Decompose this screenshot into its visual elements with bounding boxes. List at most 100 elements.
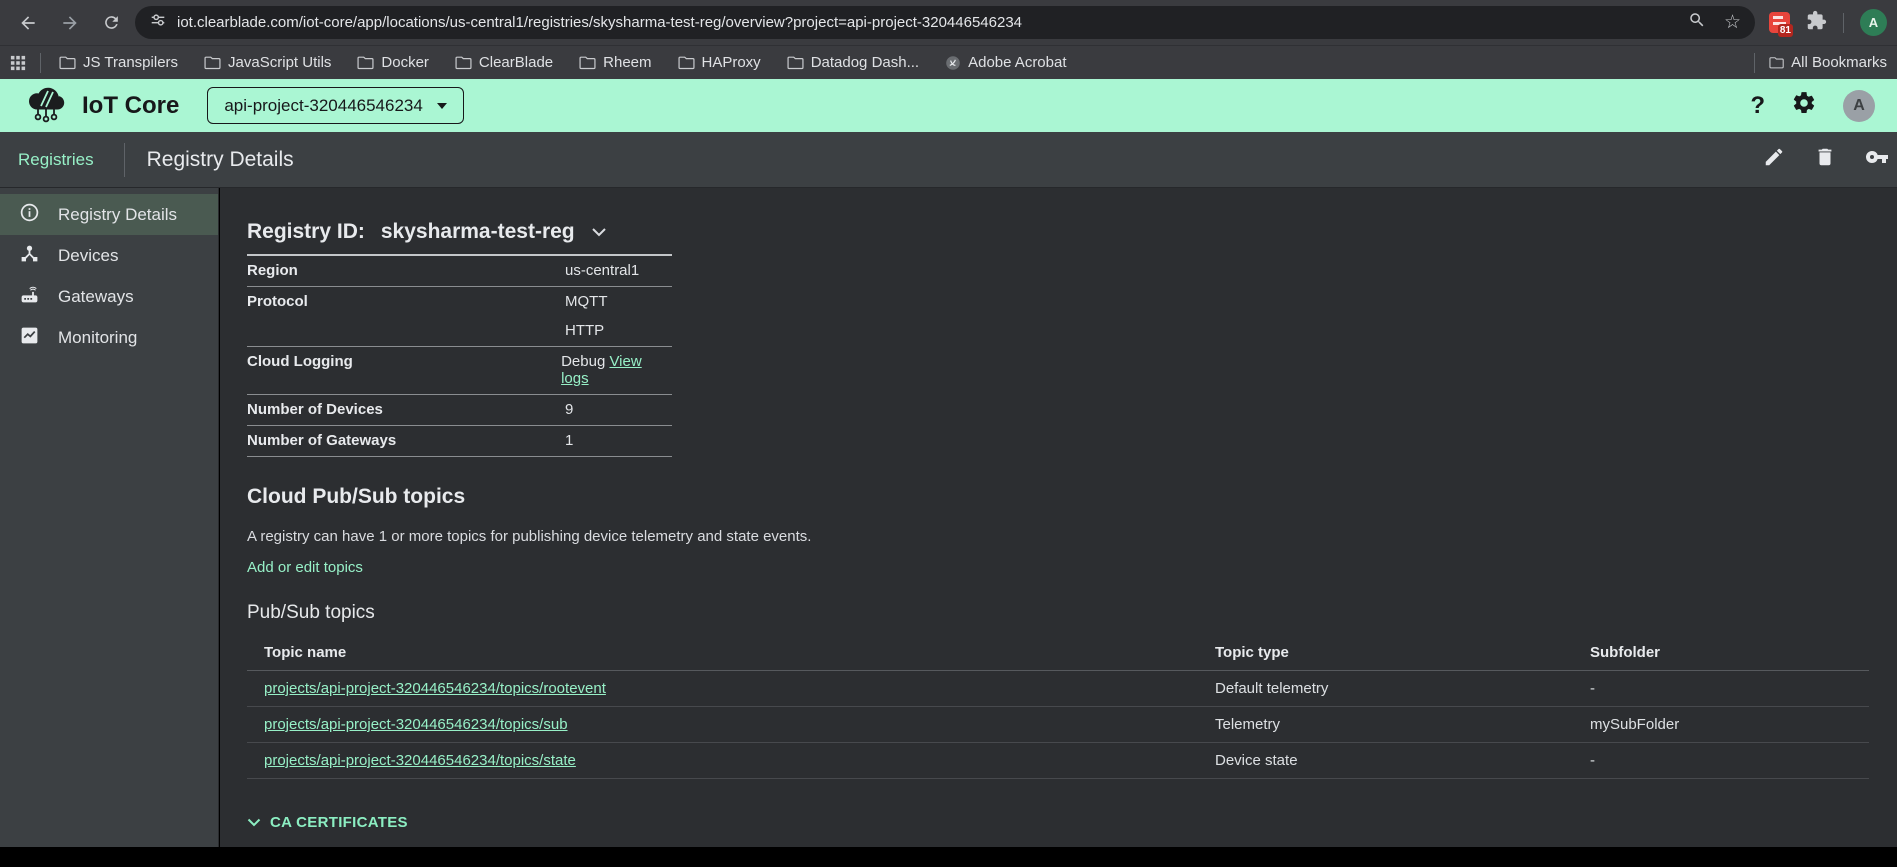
detail-label: Protocol xyxy=(247,293,565,310)
registry-details-table: Region us-central1 Protocol MQTT HTTP Cl… xyxy=(247,254,672,457)
settings-gear-icon[interactable] xyxy=(1791,90,1817,121)
topic-link[interactable]: projects/api-project-320446546234/topics… xyxy=(264,752,576,769)
bookmark-label: Datadog Dash... xyxy=(811,54,919,71)
logging-level: Debug xyxy=(561,353,605,370)
bookmark-label: Docker xyxy=(381,54,429,71)
ca-certificates-expander[interactable]: CA CERTIFICATES xyxy=(247,814,1897,831)
topic-subfolder: mySubFolder xyxy=(1590,716,1869,733)
detail-row-num-devices: Number of Devices 9 xyxy=(247,395,672,426)
detail-row-protocol: Protocol MQTT HTTP xyxy=(247,287,672,347)
extension-badge: 81 xyxy=(1778,24,1793,37)
bookmarks-divider xyxy=(40,53,41,73)
screen: iot.clearblade.com/iot-core/app/location… xyxy=(0,0,1897,867)
zoom-magnifier-icon[interactable] xyxy=(1688,11,1706,34)
breadcrumb-registries[interactable]: Registries xyxy=(18,150,94,170)
bookmark-label: Rheem xyxy=(603,54,651,71)
topic-type: Device state xyxy=(1215,752,1590,769)
forward-icon[interactable] xyxy=(60,13,80,33)
column-header-topic-name: Topic name xyxy=(247,644,1215,661)
bookmark-folder-javascript-utils[interactable]: JavaScript Utils xyxy=(204,54,331,71)
sidebar-item-label: Registry Details xyxy=(58,205,177,225)
back-icon[interactable] xyxy=(18,13,38,33)
pubsub-table-heading: Pub/Sub topics xyxy=(247,602,1897,624)
device-hub-icon xyxy=(19,243,40,269)
sidebar-item-gateways[interactable]: Gateways xyxy=(0,276,218,317)
bookmarks-bar: JS Transpilers JavaScript Utils Docker C… xyxy=(0,45,1897,79)
table-row: projects/api-project-320446546234/topics… xyxy=(247,743,1869,779)
pubsub-topics-table: Topic name Topic type Subfolder projects… xyxy=(247,636,1869,779)
bookmark-folder-js-transpilers[interactable]: JS Transpilers xyxy=(59,54,178,71)
help-icon[interactable]: ? xyxy=(1750,92,1765,120)
app-header: IoT Core api-project-320446546234 ? A xyxy=(0,79,1897,132)
detail-label: Number of Devices xyxy=(247,401,565,418)
table-row: projects/api-project-320446546234/topics… xyxy=(247,707,1869,743)
all-bookmarks-divider xyxy=(1754,53,1755,73)
toolbar-divider xyxy=(124,143,125,177)
table-row: projects/api-project-320446546234/topics… xyxy=(247,671,1869,707)
topic-link[interactable]: projects/api-project-320446546234/topics… xyxy=(264,716,568,733)
bookmark-label: Adobe Acrobat xyxy=(968,54,1066,71)
monitoring-chart-icon xyxy=(19,325,40,351)
page-title: Registry Details xyxy=(147,148,294,172)
detail-row-num-gateways: Number of Gateways 1 xyxy=(247,426,672,457)
all-bookmarks-button[interactable]: All Bookmarks xyxy=(1769,54,1887,71)
bookmark-folder-docker[interactable]: Docker xyxy=(357,54,429,71)
detail-value: Debug View logs xyxy=(561,353,672,387)
bookmark-folder-haproxy[interactable]: HAProxy xyxy=(678,54,761,71)
extensions-puzzle-icon[interactable] xyxy=(1806,10,1827,36)
bookmark-star-icon[interactable]: ☆ xyxy=(1724,13,1741,32)
bookmark-adobe-acrobat[interactable]: Adobe Acrobat xyxy=(945,54,1066,71)
project-selector-value: api-project-320446546234 xyxy=(224,96,423,116)
add-edit-topics-link[interactable]: Add or edit topics xyxy=(247,559,363,576)
topic-link[interactable]: projects/api-project-320446546234/topics… xyxy=(264,680,606,697)
sidebar-item-devices[interactable]: Devices xyxy=(0,235,218,276)
browser-toolbar: iot.clearblade.com/iot-core/app/location… xyxy=(0,0,1897,45)
url-bar[interactable]: iot.clearblade.com/iot-core/app/location… xyxy=(135,6,1755,39)
all-bookmarks-label: All Bookmarks xyxy=(1791,54,1887,71)
main-content: Registry ID: skysharma-test-reg Region u… xyxy=(220,188,1897,847)
browser-avatar[interactable]: A xyxy=(1860,9,1887,36)
table-header-row: Topic name Topic type Subfolder xyxy=(247,636,1869,671)
detail-value: us-central1 xyxy=(565,262,639,279)
info-icon xyxy=(19,202,40,228)
protocol-mqtt: MQTT xyxy=(565,293,608,310)
bookmark-label: ClearBlade xyxy=(479,54,553,71)
sidebar-item-label: Monitoring xyxy=(58,328,137,348)
extension-icon[interactable]: 81 xyxy=(1769,12,1790,33)
detail-row-cloud-logging: Cloud Logging Debug View logs xyxy=(247,347,672,395)
topic-type: Default telemetry xyxy=(1215,680,1590,697)
chevron-down-icon[interactable] xyxy=(591,227,607,237)
site-settings-icon[interactable] xyxy=(149,11,167,34)
url-text[interactable]: iot.clearblade.com/iot-core/app/location… xyxy=(177,14,1678,31)
registry-id-value: skysharma-test-reg xyxy=(381,220,575,244)
detail-value: 1 xyxy=(565,432,573,449)
pubsub-description: A registry can have 1 or more topics for… xyxy=(247,528,1897,545)
edit-pencil-icon[interactable] xyxy=(1763,146,1785,173)
key-icon[interactable] xyxy=(1865,145,1889,174)
bookmark-label: JavaScript Utils xyxy=(228,54,331,71)
project-selector[interactable]: api-project-320446546234 xyxy=(207,87,464,124)
detail-row-region: Region us-central1 xyxy=(247,256,672,287)
bookmark-folder-clearblade[interactable]: ClearBlade xyxy=(455,54,553,71)
sidebar-item-monitoring[interactable]: Monitoring xyxy=(0,317,218,358)
sidebar-item-label: Devices xyxy=(58,246,118,266)
detail-value: MQTT HTTP xyxy=(565,293,608,339)
topic-subfolder: - xyxy=(1590,680,1869,697)
bookmark-label: HAProxy xyxy=(702,54,761,71)
router-icon xyxy=(19,284,40,310)
sidebar-item-registry-details[interactable]: Registry Details xyxy=(0,194,218,235)
registry-id-label: Registry ID: xyxy=(247,220,365,244)
topic-subfolder: - xyxy=(1590,752,1869,769)
detail-label: Number of Gateways xyxy=(247,432,565,449)
header-avatar[interactable]: A xyxy=(1843,90,1875,122)
bookmark-label: JS Transpilers xyxy=(83,54,178,71)
sidebar-item-label: Gateways xyxy=(58,287,134,307)
bookmark-folder-rheem[interactable]: Rheem xyxy=(579,54,651,71)
protocol-http: HTTP xyxy=(565,322,608,339)
bookmark-folder-datadog[interactable]: Datadog Dash... xyxy=(787,54,919,71)
caret-down-icon xyxy=(437,103,447,109)
apps-grid-icon[interactable] xyxy=(10,55,26,71)
delete-trash-icon[interactable] xyxy=(1814,146,1836,173)
detail-label: Cloud Logging xyxy=(247,353,561,370)
reload-icon[interactable] xyxy=(102,13,121,32)
